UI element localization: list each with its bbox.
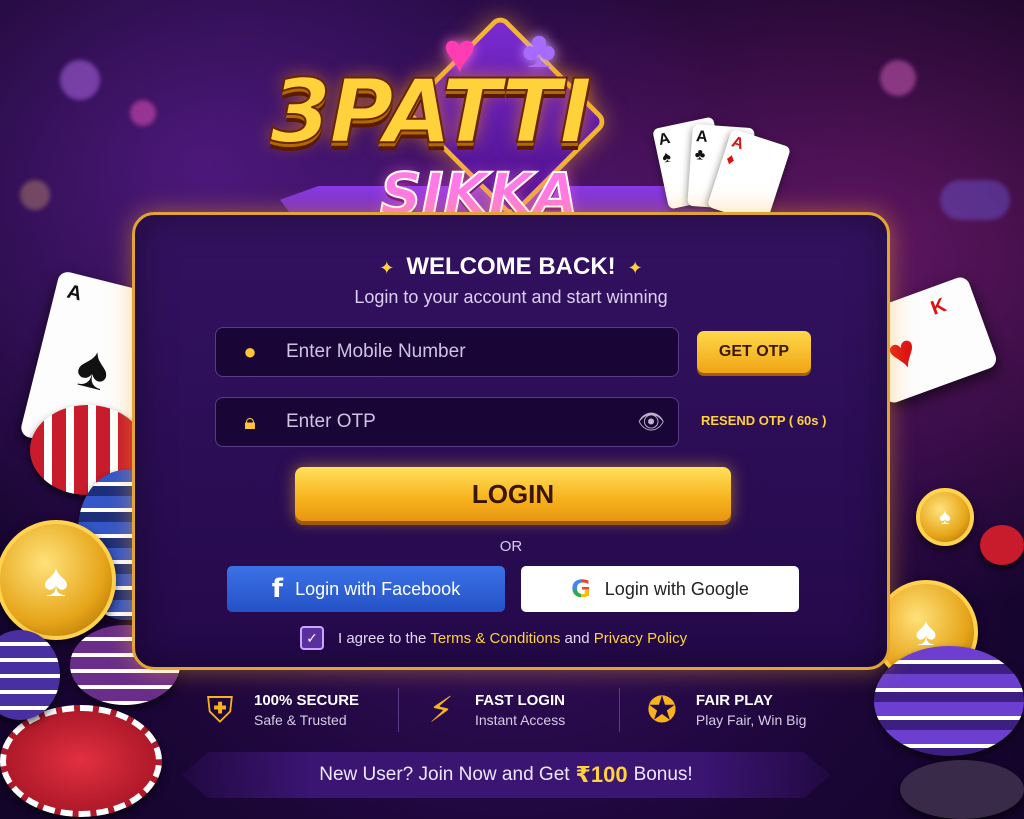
- gold-spade-coin: ♠: [0, 520, 116, 640]
- mobile-field: ●: [215, 327, 679, 377]
- bonus-suffix: Bonus!: [633, 764, 693, 785]
- game-logo: ♥ ♣ A ♠ A ♣ A ♦ 3PATTI SIKKA: [260, 10, 792, 240]
- mobile-number-input[interactable]: [284, 340, 678, 364]
- feature-subtitle: Play Fair, Win Big: [695, 712, 807, 728]
- bokeh-light: [60, 60, 100, 100]
- feature-fast-login: ⚡︎ FAST LOGIN Instant Access: [421, 682, 619, 738]
- bokeh-light: [940, 180, 1010, 220]
- medal-icon: ✪: [646, 689, 677, 730]
- feature-title: FAST LOGIN: [474, 692, 565, 709]
- agree-prefix: I agree to the: [338, 629, 427, 647]
- facebook-icon: f: [271, 574, 284, 604]
- spade-icon: ♠: [70, 331, 118, 404]
- feature-title: FAIR PLAY: [695, 692, 773, 709]
- terms-agreement: ✓ I agree to the Terms & Conditions and …: [300, 626, 687, 650]
- card-rank: K: [928, 294, 950, 320]
- facebook-login-button[interactable]: f Login with Facebook: [227, 566, 505, 612]
- feature-secure: ⛨ 100% SECURE Safe & Trusted: [200, 682, 398, 738]
- poker-chip-stack: [874, 646, 1024, 756]
- feature-fair-play: ✪ FAIR PLAY Play Fair, Win Big: [642, 682, 840, 738]
- login-panel: ✦ WELCOME BACK! ✦ Login to your account an…: [132, 212, 890, 670]
- feature-title: 100% SECURE: [254, 692, 360, 709]
- agree-and: and: [564, 629, 590, 647]
- bokeh-light: [20, 180, 50, 210]
- poker-chip: [900, 760, 1024, 819]
- terms-link[interactable]: Terms & Conditions: [430, 630, 560, 647]
- poker-chip: [980, 525, 1024, 565]
- otp-field: 🔒︎ 👁︎: [215, 397, 679, 447]
- bokeh-light: [130, 100, 156, 126]
- sparkle-icon: ✦: [627, 258, 643, 278]
- welcome-text: WELCOME BACK!: [406, 253, 616, 280]
- poker-chip: [0, 630, 60, 720]
- resend-otp-link[interactable]: RESEND OTP ( 60s ): [701, 413, 826, 428]
- features-row: ⛨ 100% SECURE Safe & Trusted ⚡︎ FAST LOGI…: [200, 682, 840, 738]
- eye-icon[interactable]: 👁︎: [624, 409, 678, 435]
- google-icon: G: [571, 575, 591, 603]
- or-divider: OR: [499, 538, 523, 555]
- bokeh-light: [880, 60, 916, 96]
- bonus-prefix: New User? Join Now and Get: [319, 764, 570, 785]
- feature-subtitle: Safe & Trusted: [254, 712, 347, 728]
- card-rank: A: [64, 280, 85, 306]
- welcome-subtitle: Login to your account and start winning: [354, 287, 668, 307]
- google-login-label: Login with Google: [604, 578, 749, 599]
- facebook-login-label: Login with Facebook: [295, 578, 461, 599]
- feature-divider: [398, 688, 399, 732]
- feature-subtitle: Instant Access: [474, 712, 566, 728]
- get-otp-button[interactable]: GET OTP: [697, 331, 811, 373]
- agree-text: I agree to the Terms & Conditions and Pr…: [338, 630, 687, 647]
- sparkle-icon: ✦: [379, 258, 395, 278]
- agree-checkbox[interactable]: ✓: [300, 626, 324, 650]
- user-icon: ●: [243, 339, 257, 364]
- lock-icon: 🔒︎: [244, 409, 256, 434]
- feature-divider: [619, 688, 620, 732]
- lightning-icon: ⚡︎: [428, 689, 454, 730]
- gold-spade-coin: ♠: [916, 488, 974, 546]
- logo-title: 3PATTI: [269, 59, 593, 164]
- poker-chip: [0, 705, 162, 817]
- google-login-button[interactable]: G Login with Google: [521, 566, 799, 612]
- bonus-amount: ₹100: [575, 762, 628, 787]
- new-user-bonus-banner[interactable]: New User? Join Now and Get ₹100 Bonus!: [182, 752, 830, 798]
- otp-input[interactable]: [284, 410, 624, 434]
- login-button[interactable]: LOGIN: [295, 467, 731, 521]
- privacy-link[interactable]: Privacy Policy: [594, 630, 687, 647]
- welcome-heading: ✦ WELCOME BACK! ✦: [135, 253, 887, 281]
- shield-check-icon: ⛨: [206, 688, 234, 730]
